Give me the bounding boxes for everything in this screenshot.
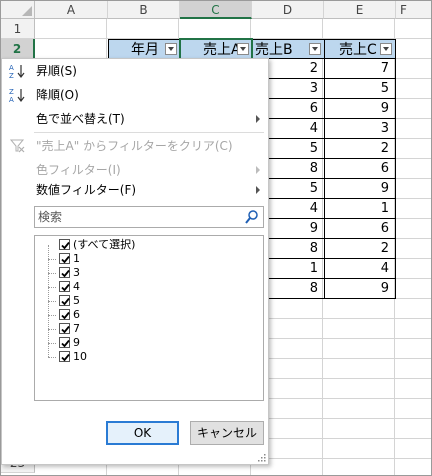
cell-e-row9[interactable]: 9 <box>324 179 396 199</box>
search-icon[interactable] <box>244 209 260 225</box>
filter-value-label: 1 <box>73 252 80 265</box>
cell-e-row3[interactable]: 7 <box>324 59 396 79</box>
header-label: 売上A <box>203 42 241 58</box>
tree-line <box>48 259 56 260</box>
column-header-f[interactable]: F <box>396 1 431 19</box>
excel-window: A B C D E F 1 2 23 年月 売上A 売上B 売上C 236458… <box>0 0 432 476</box>
cell-e-row14[interactable]: 9 <box>324 279 396 299</box>
column-header-e[interactable]: E <box>324 1 396 19</box>
menu-separator <box>34 132 264 133</box>
filter-value-item[interactable]: 1 <box>35 252 255 266</box>
select-all-item[interactable]: (すべて選択) <box>35 238 255 252</box>
sort-by-color-item[interactable]: 色で並べ替え(T) <box>2 107 268 131</box>
tree-line <box>48 315 56 316</box>
checkbox[interactable] <box>59 239 70 250</box>
clear-filter-label: "売上A" からフィルターをクリア(C) <box>36 139 233 153</box>
submenu-arrow-icon <box>256 166 260 174</box>
checkbox[interactable] <box>59 351 70 362</box>
header-label: 売上B <box>255 42 293 58</box>
filter-value-label: 10 <box>73 350 87 363</box>
autofilter-menu: A Z 昇順(S) Z A 降順(O) 色で並べ替え(T) "売上A" からフィ… <box>1 58 269 465</box>
tree-line <box>48 287 56 288</box>
filter-dropdown-icon[interactable] <box>309 43 321 55</box>
filter-value-label: 5 <box>73 294 80 307</box>
filter-dropdown-icon[interactable] <box>165 43 177 55</box>
clear-filter-item[interactable]: "売上A" からフィルターをクリア(C) <box>2 134 268 158</box>
submenu-arrow-icon <box>256 186 260 194</box>
submenu-arrow-icon <box>256 115 260 123</box>
filter-search-input[interactable] <box>38 209 238 225</box>
column-header-d[interactable]: D <box>252 1 324 19</box>
resize-grip-icon[interactable] <box>258 454 266 462</box>
header-cell-sales-c[interactable]: 売上C <box>324 39 396 59</box>
filter-value-label: (すべて選択) <box>73 238 136 251</box>
cell-e-row8[interactable]: 6 <box>324 159 396 179</box>
ok-button[interactable]: OK <box>106 421 179 445</box>
checkbox[interactable] <box>59 337 70 348</box>
filter-value-label: 4 <box>73 280 80 293</box>
checkbox[interactable] <box>59 295 70 306</box>
cell-e-row11[interactable]: 6 <box>324 219 396 239</box>
filter-value-item[interactable]: 4 <box>35 280 255 294</box>
column-header-a[interactable]: A <box>35 1 108 19</box>
header-cell-sales-a[interactable]: 売上A <box>180 39 253 59</box>
column-header-b[interactable]: B <box>108 1 180 19</box>
tree-line <box>48 301 56 302</box>
svg-text:Z: Z <box>9 88 14 96</box>
filter-value-list[interactable]: (すべて選択) 1 3 4 5 6 7 9 10 <box>34 235 264 401</box>
header-label: 売上C <box>339 42 377 58</box>
svg-text:A: A <box>9 64 14 72</box>
tree-line <box>48 329 56 330</box>
filter-value-item[interactable]: 10 <box>35 350 255 364</box>
sort-by-color-label: 色で並べ替え(T) <box>36 112 125 126</box>
clear-filter-icon <box>9 139 25 153</box>
filter-value-item[interactable]: 3 <box>35 266 255 280</box>
tree-line <box>48 343 56 344</box>
row-header-2[interactable]: 2 <box>1 39 35 59</box>
row-header-1[interactable]: 1 <box>1 19 35 39</box>
filter-value-label: 3 <box>73 266 80 279</box>
header-cell-sales-b[interactable]: 売上B <box>252 39 325 59</box>
number-filter-label: 数値フィルター(F) <box>36 183 137 197</box>
cell-e-row6[interactable]: 3 <box>324 119 396 139</box>
cell-e-row7[interactable]: 2 <box>324 139 396 159</box>
filter-dropdown-icon[interactable] <box>380 43 392 55</box>
filter-value-item[interactable]: 5 <box>35 294 255 308</box>
filter-search-box[interactable] <box>34 206 264 228</box>
filter-value-item[interactable]: 9 <box>35 336 255 350</box>
filter-dropdown-icon[interactable] <box>237 43 249 55</box>
cell-e-row4[interactable]: 5 <box>324 79 396 99</box>
sort-descending-icon: Z A <box>9 88 25 103</box>
tree-line <box>48 357 56 358</box>
header-label: 年月 <box>131 42 159 58</box>
filter-value-label: 6 <box>73 308 80 321</box>
checkbox[interactable] <box>59 309 70 320</box>
sort-descending-label: 降順(O) <box>36 88 79 102</box>
cell-e-row10[interactable]: 1 <box>324 199 396 219</box>
select-all-corner[interactable] <box>1 1 35 19</box>
filter-value-label: 9 <box>73 336 80 349</box>
checkbox[interactable] <box>59 253 70 264</box>
checkbox[interactable] <box>59 281 70 292</box>
tree-line <box>48 273 56 274</box>
checkbox[interactable] <box>59 267 70 278</box>
svg-text:A: A <box>9 96 14 103</box>
number-filter-item[interactable]: 数値フィルター(F) <box>2 178 268 202</box>
filter-value-item[interactable]: 7 <box>35 322 255 336</box>
cancel-button[interactable]: キャンセル <box>190 421 264 445</box>
sort-ascending-item[interactable]: A Z 昇順(S) <box>2 59 268 83</box>
sort-ascending-label: 昇順(S) <box>36 64 77 78</box>
column-header-c[interactable]: C <box>180 1 252 19</box>
checkbox[interactable] <box>59 323 70 334</box>
cell-e-row5[interactable]: 9 <box>324 99 396 119</box>
svg-text:Z: Z <box>9 72 14 79</box>
cell-e-row13[interactable]: 4 <box>324 259 396 279</box>
filter-value-label: 7 <box>73 322 80 335</box>
cell-e-row12[interactable]: 2 <box>324 239 396 259</box>
sort-ascending-icon: A Z <box>9 64 25 79</box>
filter-value-item[interactable]: 6 <box>35 308 255 322</box>
header-cell-year-month[interactable]: 年月 <box>108 39 181 59</box>
sort-descending-item[interactable]: Z A 降順(O) <box>2 83 268 107</box>
